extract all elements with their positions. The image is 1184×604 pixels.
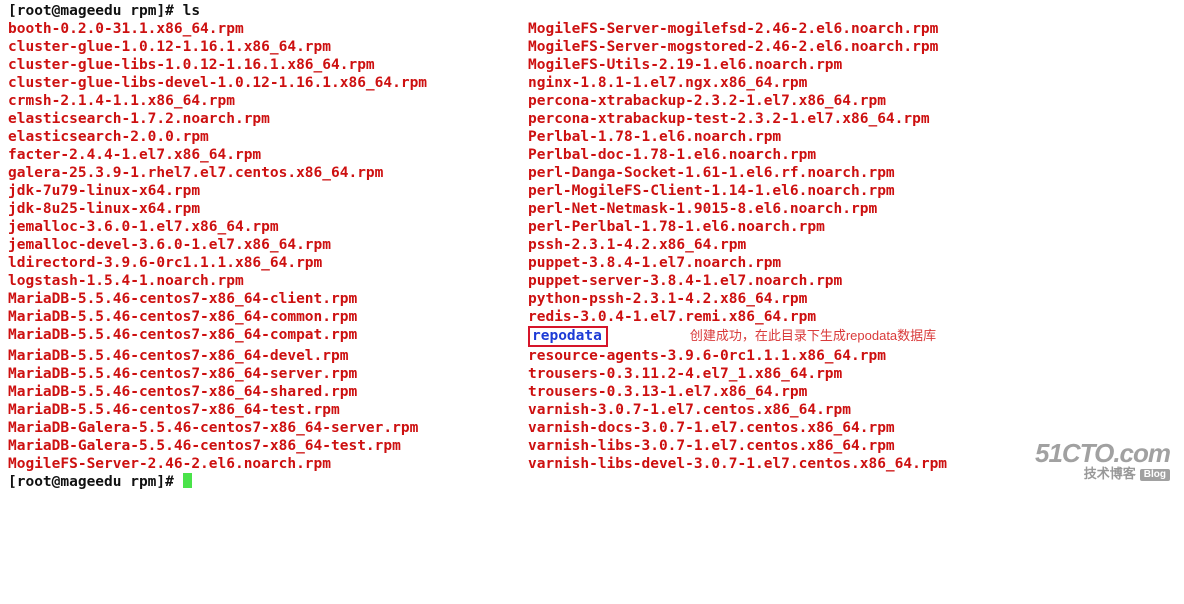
file-entry: varnish-libs-devel-3.0.7-1.el7.centos.x8…: [528, 456, 947, 472]
file-entry: MogileFS-Server-mogstored-2.46-2.el6.noa…: [528, 39, 938, 55]
file-entry: cluster-glue-libs-1.0.12-1.16.1.x86_64.r…: [8, 57, 375, 73]
file-entry: MariaDB-5.5.46-centos7-x86_64-server.rpm: [8, 366, 357, 382]
file-entry: Perlbal-doc-1.78-1.el6.noarch.rpm: [528, 147, 816, 163]
file-entry: jemalloc-3.6.0-1.el7.x86_64.rpm: [8, 219, 279, 235]
file-entry: percona-xtrabackup-2.3.2-1.el7.x86_64.rp…: [528, 93, 886, 109]
file-entry: perl-Danga-Socket-1.61-1.el6.rf.noarch.r…: [528, 165, 895, 181]
file-entry: cluster-glue-1.0.12-1.16.1.x86_64.rpm: [8, 39, 331, 55]
file-entry: trousers-0.3.13-1.el7.x86_64.rpm: [528, 384, 807, 400]
file-entry: resource-agents-3.9.6-0rc1.1.1.x86_64.rp…: [528, 348, 886, 364]
file-entry: pssh-2.3.1-4.2.x86_64.rpm: [528, 237, 746, 253]
file-entry: MogileFS-Server-mogilefsd-2.46-2.el6.noa…: [528, 21, 938, 37]
file-entry: Perlbal-1.78-1.el6.noarch.rpm: [528, 129, 781, 145]
file-entry: perl-Net-Netmask-1.9015-8.el6.noarch.rpm: [528, 201, 877, 217]
file-entry: MogileFS-Utils-2.19-1.el6.noarch.rpm: [528, 57, 842, 73]
file-entry: MariaDB-Galera-5.5.46-centos7-x86_64-tes…: [8, 438, 401, 454]
file-entry: elasticsearch-2.0.0.rpm: [8, 129, 209, 145]
file-entry: python-pssh-2.3.1-4.2.x86_64.rpm: [528, 291, 807, 307]
highlight-box: repodata: [528, 326, 608, 347]
file-entry: MariaDB-5.5.46-centos7-x86_64-test.rpm: [8, 402, 340, 418]
file-entry: facter-2.4.4-1.el7.x86_64.rpm: [8, 147, 261, 163]
file-entry: galera-25.3.9-1.rhel7.el7.centos.x86_64.…: [8, 165, 383, 181]
ls-output: booth-0.2.0-31.1.x86_64.rpm MogileFS-Serv…: [8, 20, 1176, 473]
shell-prompt-idle: [root@mageedu rpm]#: [8, 473, 174, 491]
file-entry: jemalloc-devel-3.6.0-1.el7.x86_64.rpm: [8, 237, 331, 253]
file-entry: MariaDB-5.5.46-centos7-x86_64-compat.rpm: [8, 327, 357, 343]
command-ls: ls: [183, 3, 200, 19]
file-entry: trousers-0.3.11.2-4.el7_1.x86_64.rpm: [528, 366, 842, 382]
file-entry: MariaDB-5.5.46-centos7-x86_64-client.rpm: [8, 291, 357, 307]
file-entry: varnish-libs-3.0.7-1.el7.centos.x86_64.r…: [528, 438, 895, 454]
file-entry: jdk-7u79-linux-x64.rpm: [8, 183, 200, 199]
file-entry: ldirectord-3.9.6-0rc1.1.1.x86_64.rpm: [8, 255, 322, 271]
shell-prompt: [root@mageedu rpm]# ls: [8, 2, 200, 20]
file-entry: perl-MogileFS-Client-1.14-1.el6.noarch.r…: [528, 183, 895, 199]
file-entry: elasticsearch-1.7.2.noarch.rpm: [8, 111, 270, 127]
file-entry: varnish-docs-3.0.7-1.el7.centos.x86_64.r…: [528, 420, 895, 436]
file-entry: MariaDB-5.5.46-centos7-x86_64-shared.rpm: [8, 384, 357, 400]
file-entry: MariaDB-Galera-5.5.46-centos7-x86_64-ser…: [8, 420, 418, 436]
file-entry: nginx-1.8.1-1.el7.ngx.x86_64.rpm: [528, 75, 807, 91]
file-entry: redis-3.0.4-1.el7.remi.x86_64.rpm: [528, 309, 816, 325]
file-entry: cluster-glue-libs-devel-1.0.12-1.16.1.x8…: [8, 75, 427, 91]
file-entry: MariaDB-5.5.46-centos7-x86_64-common.rpm: [8, 309, 357, 325]
file-entry: MariaDB-5.5.46-centos7-x86_64-devel.rpm: [8, 348, 348, 364]
file-entry: booth-0.2.0-31.1.x86_64.rpm: [8, 21, 244, 37]
file-entry: perl-Perlbal-1.78-1.el6.noarch.rpm: [528, 219, 825, 235]
file-entry: puppet-server-3.8.4-1.el7.noarch.rpm: [528, 273, 842, 289]
file-entry: MogileFS-Server-2.46-2.el6.noarch.rpm: [8, 456, 331, 472]
cursor-block: [183, 473, 192, 488]
annotation-text: 创建成功，在此目录下生成repodata数据库: [690, 328, 936, 343]
file-entry: percona-xtrabackup-test-2.3.2-1.el7.x86_…: [528, 111, 930, 127]
file-entry: varnish-3.0.7-1.el7.centos.x86_64.rpm: [528, 402, 851, 418]
dir-entry-repodata: repodata: [532, 328, 602, 344]
file-entry: crmsh-2.1.4-1.1.x86_64.rpm: [8, 93, 235, 109]
file-entry: jdk-8u25-linux-x64.rpm: [8, 201, 200, 217]
file-entry: logstash-1.5.4-1.noarch.rpm: [8, 273, 244, 289]
file-entry: puppet-3.8.4-1.el7.noarch.rpm: [528, 255, 781, 271]
